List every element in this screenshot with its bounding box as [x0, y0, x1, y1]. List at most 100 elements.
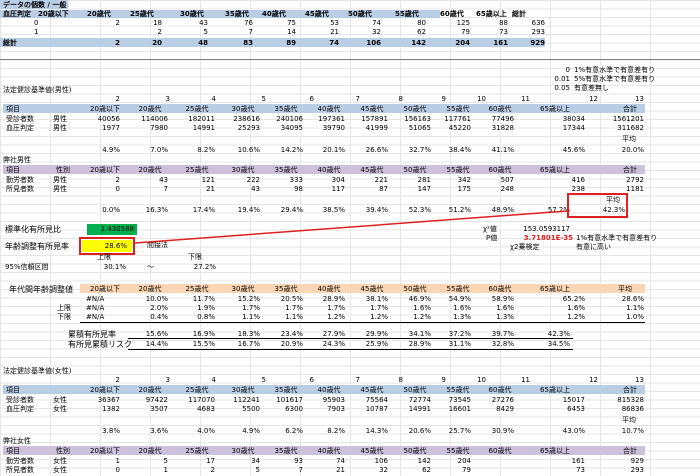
row-label[interactable]: 血圧判定	[6, 124, 34, 133]
cross-cell[interactable]: 53	[299, 19, 339, 28]
cell[interactable]: 17344	[545, 124, 585, 133]
pct-cell[interactable]: 30.9%	[474, 427, 514, 436]
row-sex[interactable]: 男性	[53, 185, 67, 194]
cross-header[interactable]: 総計	[512, 10, 526, 19]
cell[interactable]: 106	[348, 457, 388, 466]
cell[interactable]: 101617	[263, 396, 303, 405]
cell[interactable]: 248	[474, 185, 514, 194]
cell[interactable]: 43	[220, 185, 260, 194]
total-header[interactable]: 合計	[615, 386, 645, 395]
col-number[interactable]: 3	[150, 95, 170, 104]
cross-cell[interactable]: 21	[299, 28, 339, 37]
ci-label[interactable]: 95%信頼区間	[5, 263, 49, 272]
risk-cell[interactable]: 28.9%	[391, 340, 431, 349]
cell[interactable]: 114006	[128, 115, 168, 124]
cell[interactable]: 39790	[305, 124, 345, 133]
age-header[interactable]: 40歳代	[309, 105, 349, 114]
cell[interactable]: 333	[263, 176, 303, 185]
lower-label[interactable]: 下限	[188, 253, 202, 262]
cross-cell[interactable]	[80, 28, 120, 37]
cell[interactable]: 46.9%	[391, 295, 431, 304]
cell[interactable]: 342	[431, 176, 471, 185]
pct-cell[interactable]: 43.0%	[545, 427, 585, 436]
cross-total-cell[interactable]: 106	[341, 39, 381, 48]
pct-cell[interactable]: 8.2%	[175, 146, 215, 155]
legend-text[interactable]: 有意差無し	[574, 84, 609, 93]
cell[interactable]: #N/A	[86, 295, 104, 304]
age-header[interactable]: 20歳代	[130, 285, 170, 294]
cross-header[interactable]: 20歳代	[87, 10, 111, 19]
age-header[interactable]: 20歳以下	[85, 166, 125, 175]
ci-high[interactable]: 27.2%	[180, 263, 216, 272]
row-sex[interactable]: 男性	[53, 176, 67, 185]
cell[interactable]: 1.7%	[263, 304, 303, 313]
cross-header[interactable]: 20歳以下	[38, 10, 69, 19]
cell[interactable]: 5500	[220, 405, 260, 414]
age-header[interactable]: 60歳代	[480, 166, 520, 175]
firm-header-sex[interactable]: 性別	[56, 166, 70, 175]
cell[interactable]: 77496	[474, 115, 514, 124]
cell[interactable]: 0.4%	[128, 313, 168, 322]
cross-row-label[interactable]: 0	[34, 19, 38, 28]
cell[interactable]: #N/A	[86, 304, 104, 313]
cross-cell[interactable]: 5	[168, 28, 208, 37]
col-number[interactable]: 11	[510, 95, 530, 104]
avg-label[interactable]: 平均	[622, 416, 636, 425]
risk-cell[interactable]: 24.3%	[305, 340, 345, 349]
legend-p[interactable]: 0	[540, 66, 570, 75]
total-header[interactable]: 合計	[615, 105, 645, 114]
pct-cell[interactable]: 4.9%	[220, 427, 260, 436]
cell[interactable]: 0	[80, 466, 120, 475]
col-number[interactable]: 10	[466, 376, 486, 385]
age-header[interactable]: 65歳以上	[530, 166, 580, 175]
cell[interactable]: 58.9%	[474, 295, 514, 304]
cell[interactable]: 142	[391, 457, 431, 466]
age-header[interactable]: 20歳代	[130, 166, 170, 175]
age-header[interactable]: 35歳代	[266, 447, 306, 456]
cell[interactable]: 2	[175, 466, 215, 475]
cross-total-cell[interactable]: 48	[168, 39, 208, 48]
pct-cell[interactable]: 57.2%	[530, 206, 570, 215]
cell[interactable]: 15.2%	[220, 295, 260, 304]
cell[interactable]: 7903	[305, 405, 345, 414]
age-header[interactable]: 35歳代	[266, 386, 306, 395]
cross-cell[interactable]: 43	[168, 19, 208, 28]
cross-cell[interactable]: 79	[430, 28, 470, 37]
cross-header[interactable]: 45歳代	[305, 10, 329, 19]
col-number[interactable]: 8	[383, 376, 403, 385]
risk-cell[interactable]: 34.5%	[530, 340, 570, 349]
pct-cell[interactable]: 19.4%	[220, 206, 260, 215]
row-label[interactable]: 所見者数	[6, 466, 34, 475]
age-header[interactable]: 45歳代	[352, 166, 392, 175]
risk-cell[interactable]: 25.9%	[348, 340, 388, 349]
cell[interactable]: 1.1%	[263, 313, 303, 322]
cell[interactable]: 72774	[391, 396, 431, 405]
ci-sep[interactable]: 〜	[147, 263, 154, 272]
cell[interactable]: 1.6%	[391, 304, 431, 313]
cell[interactable]: 197361	[305, 115, 345, 124]
risk-cell[interactable]: 20.9%	[263, 340, 303, 349]
cell[interactable]: 65.2%	[545, 295, 585, 304]
age-header[interactable]: 45歳代	[352, 386, 392, 395]
row-label[interactable]: 下限	[57, 313, 71, 322]
age-header[interactable]: 50歳代	[395, 386, 435, 395]
col-number[interactable]: 4	[196, 376, 216, 385]
cross-cell[interactable]: 293	[505, 28, 545, 37]
col-number[interactable]: 9	[426, 95, 446, 104]
pct-cell[interactable]: 8.2%	[305, 427, 345, 436]
cross-total-cell[interactable]: 83	[213, 39, 253, 48]
cell[interactable]: 222	[220, 176, 260, 185]
cell[interactable]: 86836	[600, 405, 644, 414]
firm-female-title[interactable]: 弊社女性	[3, 437, 31, 446]
cross-cell[interactable]: 7	[213, 28, 253, 37]
cross-header[interactable]: 40歳代	[262, 10, 286, 19]
cross-total-cell[interactable]: 161	[468, 39, 508, 48]
cross-header[interactable]: 65歳以上	[476, 10, 507, 19]
pct-cell[interactable]: 10.7%	[600, 427, 644, 436]
cell[interactable]: 95903	[305, 396, 345, 405]
cell[interactable]: 1.3%	[431, 313, 471, 322]
legend-p[interactable]: 0.05	[540, 84, 570, 93]
cell[interactable]: 204	[431, 457, 471, 466]
cell[interactable]: 161	[545, 457, 585, 466]
age-header[interactable]: 20歳代	[130, 105, 170, 114]
